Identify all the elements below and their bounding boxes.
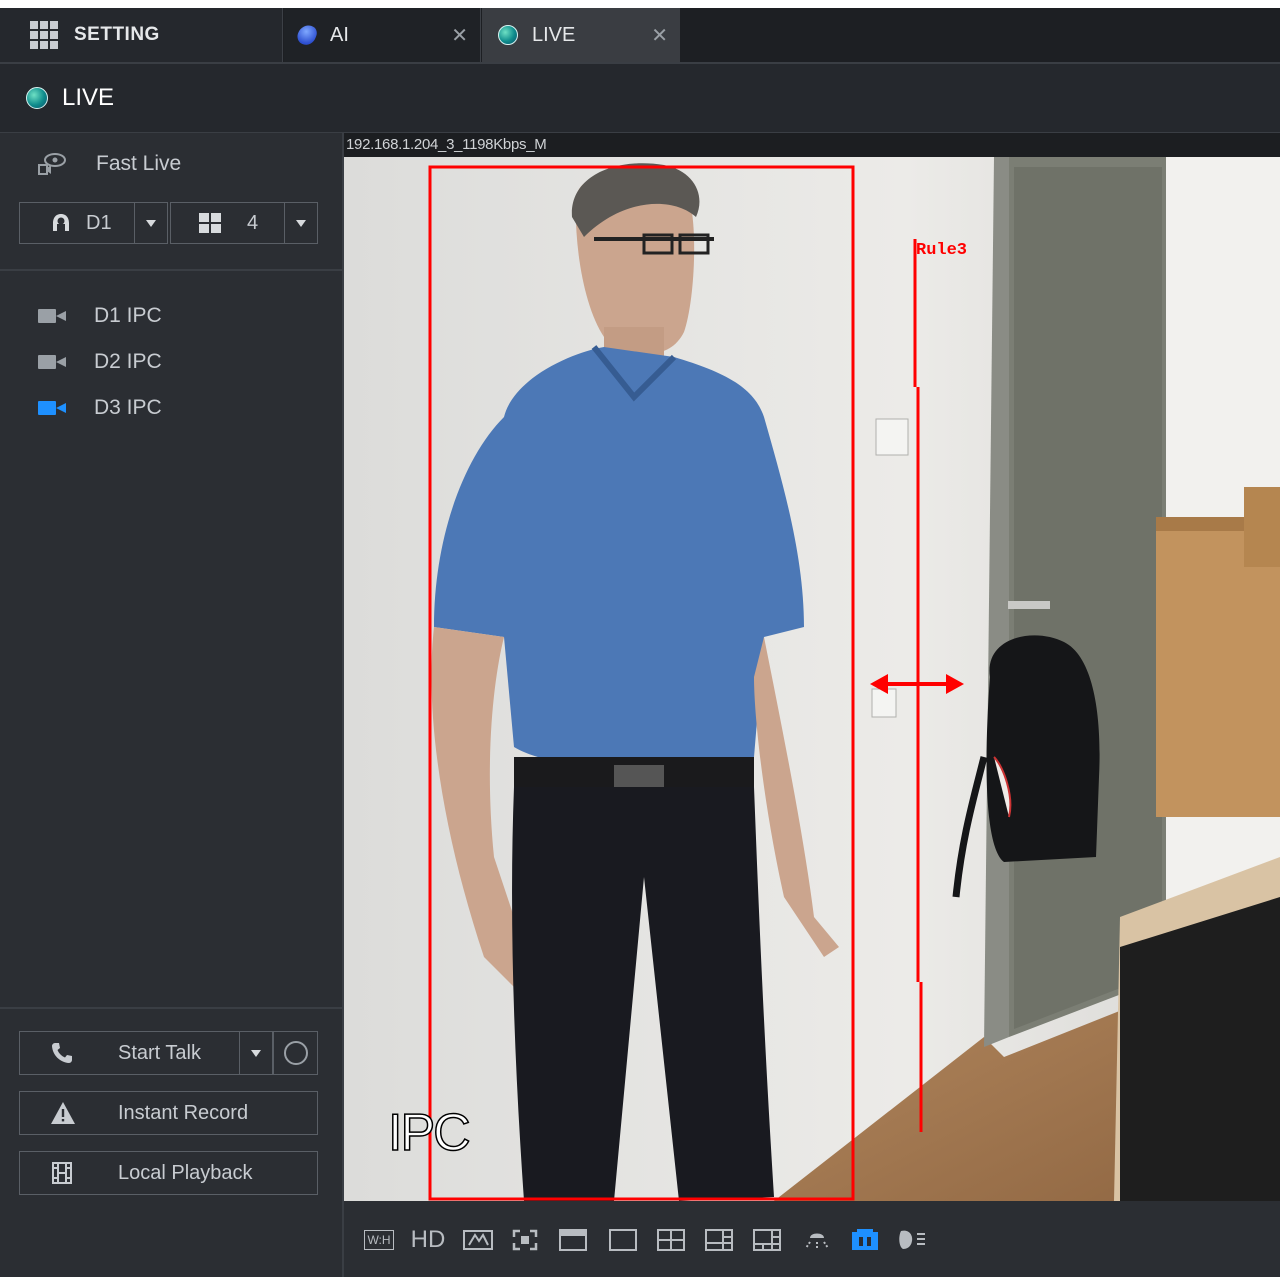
face-list-icon — [899, 1230, 925, 1249]
close-icon[interactable]: ✕ — [651, 23, 668, 48]
aspect-ratio-button[interactable]: W:H — [362, 1227, 396, 1253]
divider — [0, 1007, 342, 1009]
layout-1x1-button[interactable] — [558, 1227, 588, 1253]
fast-live-icon — [38, 153, 66, 175]
tab-live[interactable]: LIVE ✕ — [482, 8, 680, 62]
user-icon — [53, 214, 69, 231]
channel-select[interactable]: D1 — [19, 202, 168, 244]
device-item-d2[interactable]: D2 IPC — [38, 347, 162, 377]
film-icon — [52, 1162, 72, 1184]
light-icon — [805, 1233, 829, 1250]
start-talk-label: Start Talk — [118, 1041, 201, 1064]
video-toolbar: W:H HD — [344, 1201, 1280, 1277]
ai-rule-overlay-button[interactable] — [850, 1227, 880, 1253]
stream-info-bar: 192.168.1.204_3_1198Kbps_M — [344, 133, 1280, 157]
fullscreen-icon — [512, 1229, 538, 1251]
camera-feed[interactable]: Rule3 IPC — [344, 157, 1280, 1201]
grid-8-icon — [753, 1229, 781, 1251]
layout-grid-icon — [199, 213, 221, 233]
page-header: LIVE — [0, 64, 1280, 133]
osd-channel-name: IPC — [387, 1103, 471, 1163]
circle-icon — [283, 1041, 308, 1065]
hd-label: HD — [410, 1226, 446, 1253]
device-label: D2 IPC — [94, 350, 162, 373]
warning-icon — [51, 1102, 75, 1124]
tab-ai[interactable]: AI ✕ — [284, 8, 481, 62]
single-window-icon — [609, 1229, 637, 1251]
camera-icon — [38, 354, 66, 370]
aspect-ratio-label: W:H — [364, 1230, 394, 1250]
sidebar: Fast Live D1 4 D1 IPC D2 IPC D3 IPC Star… — [0, 133, 344, 1277]
top-strip — [0, 0, 1280, 8]
hd-button[interactable]: HD — [408, 1226, 448, 1253]
fullscreen-button[interactable] — [510, 1227, 540, 1253]
start-talk-button[interactable]: Start Talk — [19, 1031, 273, 1075]
device-item-d1[interactable]: D1 IPC — [38, 301, 162, 331]
camera-icon — [38, 308, 66, 324]
close-icon[interactable]: ✕ — [451, 23, 468, 48]
grid-4-icon — [657, 1229, 685, 1251]
local-playback-label: Local Playback — [118, 1161, 253, 1184]
local-playback-button[interactable]: Local Playback — [19, 1151, 318, 1195]
video-area: 192.168.1.204_3_1198Kbps_M Rule3 IPC W:H… — [344, 133, 1280, 1277]
ai-rule-icon — [852, 1229, 878, 1250]
grid-6-icon — [705, 1229, 733, 1251]
ai-brain-icon — [295, 22, 319, 48]
instant-record-button[interactable]: Instant Record — [19, 1091, 318, 1135]
fast-live-label: Fast Live — [96, 152, 182, 175]
rule-label: Rule3 — [916, 241, 968, 260]
camera-icon — [38, 400, 66, 416]
instant-record-label: Instant Record — [118, 1101, 249, 1124]
device-label: D3 IPC — [94, 396, 162, 419]
chevron-down-icon[interactable] — [284, 203, 317, 243]
layout-4-button[interactable] — [656, 1227, 686, 1253]
layout-select[interactable]: 4 — [170, 202, 318, 244]
camera-scene — [344, 157, 1280, 1201]
chevron-down-icon[interactable] — [134, 203, 167, 243]
tab-ai-label: AI — [330, 23, 349, 46]
chevron-down-icon[interactable] — [239, 1032, 272, 1074]
layout-6-button[interactable] — [704, 1227, 734, 1253]
channel-select-value: D1 — [86, 211, 112, 234]
image-adjust-icon — [463, 1230, 493, 1250]
tab-setting-label: SETTING — [74, 24, 160, 45]
layout-single-button[interactable] — [608, 1227, 638, 1253]
layout-8-button[interactable] — [752, 1227, 782, 1253]
device-item-d3[interactable]: D3 IPC — [38, 393, 162, 423]
window-icon — [559, 1229, 587, 1251]
tab-bar: SETTING AI ✕ LIVE ✕ — [0, 8, 1280, 64]
stream-info: 192.168.1.204_3_1198Kbps_M — [346, 136, 547, 153]
face-list-button[interactable] — [896, 1227, 930, 1253]
globe-icon — [498, 25, 518, 45]
fast-live-item[interactable]: Fast Live — [36, 149, 181, 179]
tab-live-label: LIVE — [532, 23, 576, 46]
video-adjust-button[interactable] — [462, 1227, 494, 1253]
layout-select-value: 4 — [247, 211, 259, 234]
divider — [0, 269, 342, 271]
phone-icon — [52, 1043, 72, 1063]
device-label: D1 IPC — [94, 304, 162, 327]
light-button[interactable] — [802, 1227, 832, 1253]
tab-setting[interactable]: SETTING — [0, 8, 283, 62]
globe-icon — [26, 87, 48, 109]
grid-menu-icon — [30, 21, 58, 49]
page-title: LIVE — [62, 84, 115, 111]
talk-status-toggle[interactable] — [273, 1031, 318, 1075]
